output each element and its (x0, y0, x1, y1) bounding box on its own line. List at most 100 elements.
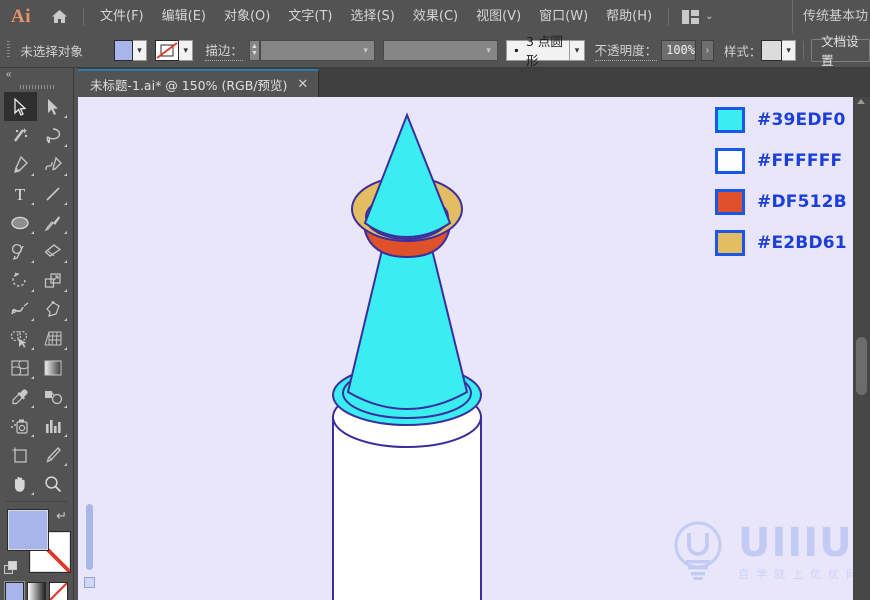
color-mode-row (0, 581, 73, 600)
column-graph-tool[interactable] (37, 411, 70, 440)
menu-select[interactable]: 选择(S) (341, 0, 403, 33)
scale-tool[interactable] (37, 266, 70, 295)
free-transform-tool[interactable] (37, 295, 70, 324)
none-mode-button[interactable] (49, 582, 68, 600)
graphic-style-swatch[interactable] (761, 39, 783, 61)
stroke-dropdown-icon[interactable]: ▾ (179, 39, 194, 61)
opacity-input[interactable]: 100% (661, 39, 696, 61)
swap-fill-stroke-icon[interactable]: ↵ (56, 508, 67, 524)
menu-help[interactable]: 帮助(H) (597, 0, 661, 33)
watermark-text: UIIIUIII 自学就上优优网 (738, 523, 853, 582)
selection-tool[interactable] (3, 92, 37, 121)
direct-selection-tool[interactable] (37, 92, 70, 121)
vertical-scrollbar[interactable] (853, 97, 870, 600)
swatch-label: #E2BD61 (757, 233, 847, 253)
tools-panel: « T ↵ (0, 68, 74, 600)
slice-tool[interactable] (37, 440, 70, 469)
swatch-item[interactable]: #FFFFFF (715, 148, 847, 174)
stroke-profile-value: 3 点圆形 (525, 34, 563, 68)
menu-effect[interactable]: 效果(C) (404, 0, 467, 33)
width-tool[interactable] (4, 295, 37, 324)
swatch-label: #DF512B (757, 192, 847, 212)
menu-type[interactable]: 文字(T) (279, 0, 341, 33)
magic-wand-tool[interactable] (4, 121, 37, 150)
swatch-chip-cyan[interactable] (715, 107, 745, 133)
chevron-down-icon: ⌄ (705, 11, 714, 22)
stroke-profile-combo[interactable]: 3 点圆形 (506, 34, 571, 68)
menu-view[interactable]: 视图(V) (467, 0, 530, 33)
pen-tool[interactable] (4, 150, 37, 179)
stroke-weight-stepper[interactable]: ▲ ▼ (248, 39, 261, 61)
canvas-corner-handle[interactable] (84, 577, 95, 588)
line-segment-tool[interactable] (37, 179, 70, 208)
fill-dropdown-icon[interactable]: ▾ (132, 39, 148, 61)
stroke-weight-value[interactable] (261, 41, 357, 60)
default-fill-stroke-icon[interactable] (4, 561, 19, 576)
gradient-mode-button[interactable] (27, 582, 46, 600)
type-tool[interactable]: T (4, 179, 37, 208)
color-swatch-list: #39EDF0 #FFFFFF #DF512B #E2BD61 (715, 107, 847, 271)
rotate-tool[interactable] (4, 266, 37, 295)
stroke-weight-combo[interactable]: ▾ (260, 39, 376, 61)
canvas-vertical-indicator[interactable] (86, 504, 93, 570)
curvature-tool[interactable] (37, 150, 70, 179)
symbol-sprayer-tool[interactable] (4, 411, 37, 440)
color-mode-button[interactable] (4, 581, 25, 600)
illustrator-window: Ai 文件(F) 编辑(E) 对象(O) 文字(T) 选择(S) 效果(C) 视… (0, 0, 870, 600)
eyedropper-tool[interactable] (4, 382, 37, 411)
watermark-subtitle: 自学就上优优网 (738, 568, 853, 581)
control-bar-grip[interactable] (3, 39, 12, 61)
gradient-tool[interactable] (37, 353, 70, 382)
swatch-item[interactable]: #DF512B (715, 189, 847, 215)
stroke-weight-caret-icon[interactable]: ▾ (357, 41, 374, 60)
scroll-up-arrow-icon[interactable] (857, 99, 865, 104)
style-dropdown-icon[interactable]: ▾ (782, 39, 797, 61)
swatch-chip-white[interactable] (715, 148, 745, 174)
menu-divider-1 (83, 7, 84, 26)
stroke-style-caret-icon[interactable]: ▾ (480, 41, 497, 60)
eraser-tool[interactable] (37, 237, 70, 266)
menu-object[interactable]: 对象(O) (215, 0, 279, 33)
stroke-style-value[interactable] (384, 41, 480, 60)
paintbrush-tool[interactable] (37, 208, 70, 237)
swatch-item[interactable]: #E2BD61 (715, 230, 847, 256)
zoom-tool[interactable] (37, 469, 70, 498)
ellipse-tool[interactable] (4, 208, 37, 237)
fill-color-swatch[interactable] (113, 39, 133, 61)
document-tab[interactable]: 未标题-1.ai* @ 150% (RGB/预览) ✕ (78, 69, 320, 97)
close-icon[interactable]: ✕ (297, 78, 308, 91)
tools-panel-grip[interactable] (0, 82, 73, 92)
document-setup-button[interactable]: 文档设置 (811, 34, 870, 68)
swatch-chip-orange[interactable] (715, 189, 745, 215)
stroke-color-swatch[interactable] (155, 39, 180, 61)
document-tab-title: 未标题-1.ai* @ 150% (RGB/预览) (90, 77, 288, 93)
home-icon[interactable] (42, 0, 76, 33)
artboard-canvas[interactable]: #39EDF0 #FFFFFF #DF512B #E2BD61 UIIIU 自学… (78, 97, 853, 600)
stroke-profile-caret-icon[interactable]: ▾ (570, 39, 585, 61)
mesh-tool[interactable] (4, 353, 37, 382)
shape-builder-tool[interactable] (4, 324, 37, 353)
fill-color-indicator[interactable] (7, 509, 49, 551)
menu-divider-2 (668, 7, 670, 26)
menu-file[interactable]: 文件(F) (91, 0, 153, 33)
opacity-expand-icon[interactable]: › (701, 39, 714, 61)
lasso-tool[interactable] (37, 121, 70, 150)
stroke-weight-label: 描边： (205, 40, 243, 61)
workspace-name[interactable]: 传统基本功 (792, 0, 870, 33)
menu-edit[interactable]: 编辑(E) (153, 0, 215, 33)
swatch-chip-gold[interactable] (715, 230, 745, 256)
stroke-style-combo[interactable]: ▾ (383, 39, 499, 61)
fill-stroke-controls: ↵ (0, 506, 73, 580)
swatch-item[interactable]: #39EDF0 (715, 107, 847, 133)
blend-tool[interactable] (37, 382, 70, 411)
watermark: UIIIUIII 自学就上优优网 (670, 519, 853, 586)
vertical-scrollbar-thumb[interactable] (856, 337, 867, 395)
menu-window[interactable]: 窗口(W) (530, 0, 597, 33)
shaper-tool[interactable] (4, 237, 37, 266)
hand-tool[interactable] (4, 469, 37, 498)
workspace-switcher[interactable]: ⌄ (676, 9, 719, 24)
tools-panel-header: « (0, 68, 73, 82)
perspective-grid-tool[interactable] (37, 324, 70, 353)
artboard-tool[interactable] (4, 440, 37, 469)
collapse-panel-icon[interactable]: « (6, 70, 12, 80)
